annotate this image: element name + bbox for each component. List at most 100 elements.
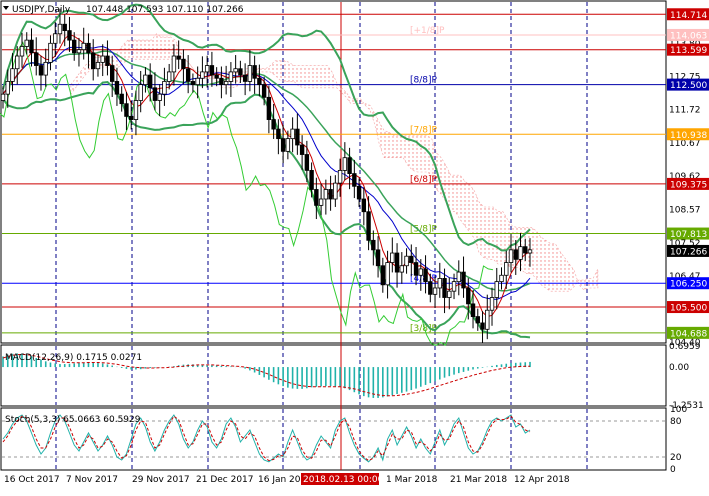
candle-body (53, 33, 58, 44)
candle-body (285, 138, 291, 152)
candle-body (34, 52, 39, 66)
candle-body (15, 55, 20, 70)
candle-body (147, 74, 153, 89)
symbol-label[interactable]: USDJPY,Daily (12, 5, 71, 15)
candle-body (513, 249, 518, 260)
candle-body (323, 189, 329, 200)
candle-body (38, 65, 44, 76)
candle-body (451, 281, 457, 292)
candle-body (333, 182, 338, 200)
x-tick-label: 2018.02.13 00:00 (303, 475, 384, 485)
price-label-text: 106.250 (670, 280, 707, 290)
candle-body (466, 287, 471, 305)
candle-body (276, 128, 281, 140)
candle-body (219, 77, 224, 86)
candle-body (233, 68, 238, 73)
candle-body (171, 55, 177, 73)
candle-body (109, 65, 115, 82)
candle-body (138, 84, 143, 101)
candle-body (342, 157, 348, 171)
x-tick-label: 16 Jan 20 (258, 475, 301, 485)
x-tick-label: 16 Oct 2017 (4, 475, 60, 485)
candle-body (295, 128, 300, 146)
candle-body (67, 30, 72, 41)
candle-body (204, 65, 210, 73)
candle-body (437, 278, 442, 289)
candle-body (200, 71, 205, 79)
candle-body (418, 268, 424, 276)
candle-body (480, 322, 485, 330)
candle-body (523, 246, 528, 254)
candle-body (399, 265, 405, 273)
candle-body (10, 68, 15, 82)
macd-title: MACD(12,26,9) 0.1715 0.0271 (5, 353, 142, 363)
candle-body (385, 262, 390, 286)
candle-body (209, 65, 215, 76)
macd-tick-label: 0.00 (669, 363, 689, 373)
candle-body (86, 42, 91, 54)
murrey-level-label: [6/8]P (410, 175, 438, 185)
price-label-text: 112.500 (670, 81, 707, 91)
candle-body (423, 268, 428, 283)
x-tick-label: 21 Mar 2018 (450, 475, 507, 485)
price-label-text: 104.688 (670, 329, 707, 339)
stoch-tick-label: 0 (670, 465, 676, 475)
candle-body (114, 81, 120, 95)
chart-header: USDJPY,Daily 107.448 107.593 107.110 107… (3, 5, 244, 15)
price-label-text: 107.813 (670, 230, 707, 240)
candle-body (470, 303, 476, 317)
price-label-text: 105.500 (670, 304, 707, 314)
stoch-tick-label: 80 (670, 417, 682, 427)
candle-body (72, 39, 77, 54)
candle-body (181, 58, 186, 70)
candle-body (195, 77, 200, 86)
candle-body (81, 42, 86, 51)
x-tick-label: 29 Nov 2017 (132, 475, 190, 485)
candle-body (504, 262, 509, 276)
candle-body (0, 93, 6, 101)
price-tick-label: 108.57 (669, 205, 701, 215)
candle-body (162, 81, 167, 95)
candle-body (442, 278, 447, 298)
candle-body (57, 23, 63, 35)
candle-body (318, 198, 324, 206)
candle-body (390, 252, 395, 263)
candle-body (143, 74, 148, 86)
candle-body (508, 249, 514, 263)
murrey-level-label: [+1/8]P (410, 26, 445, 36)
x-tick-label: 12 Apr 2018 (514, 475, 570, 485)
candle-body (29, 39, 34, 54)
candle-body (190, 81, 196, 86)
price-tick-label: 104.40 (669, 338, 701, 348)
candle-body (228, 71, 234, 82)
candle-body (299, 144, 305, 155)
stoch-tick-label: 20 (670, 453, 682, 463)
candle-body (24, 39, 29, 47)
x-tick-label: 1 Mar 2018 (386, 475, 438, 485)
ohlc-values: 107.448 107.593 107.110 107.266 (86, 5, 244, 15)
candle-body (166, 71, 172, 82)
candle-body (518, 246, 523, 260)
candle-body (304, 154, 310, 171)
price-label-text: 114.714 (670, 11, 707, 21)
candle-body (394, 252, 400, 273)
candle-body (280, 138, 286, 152)
candle-body (494, 281, 499, 298)
candle-body (100, 55, 105, 63)
chart-root: [+1/8]P[8/8]P[7/8]P[6/8]P[5/8]P[4/8]P[3/… (0, 0, 709, 492)
candle-body (371, 239, 376, 251)
candle-body (456, 271, 461, 283)
candle-body (309, 170, 314, 190)
candle-body (214, 74, 219, 79)
candle-body (432, 287, 438, 295)
candle-body (375, 249, 381, 267)
candle-body (413, 262, 419, 276)
candle-body (76, 49, 82, 54)
candle-body (152, 87, 158, 101)
candle-body (247, 65, 253, 82)
stoch-tick-label: 100 (670, 405, 687, 415)
candle-body (133, 100, 139, 120)
candle-body (347, 157, 352, 174)
candle-body (271, 119, 276, 130)
candle-body (223, 81, 229, 86)
